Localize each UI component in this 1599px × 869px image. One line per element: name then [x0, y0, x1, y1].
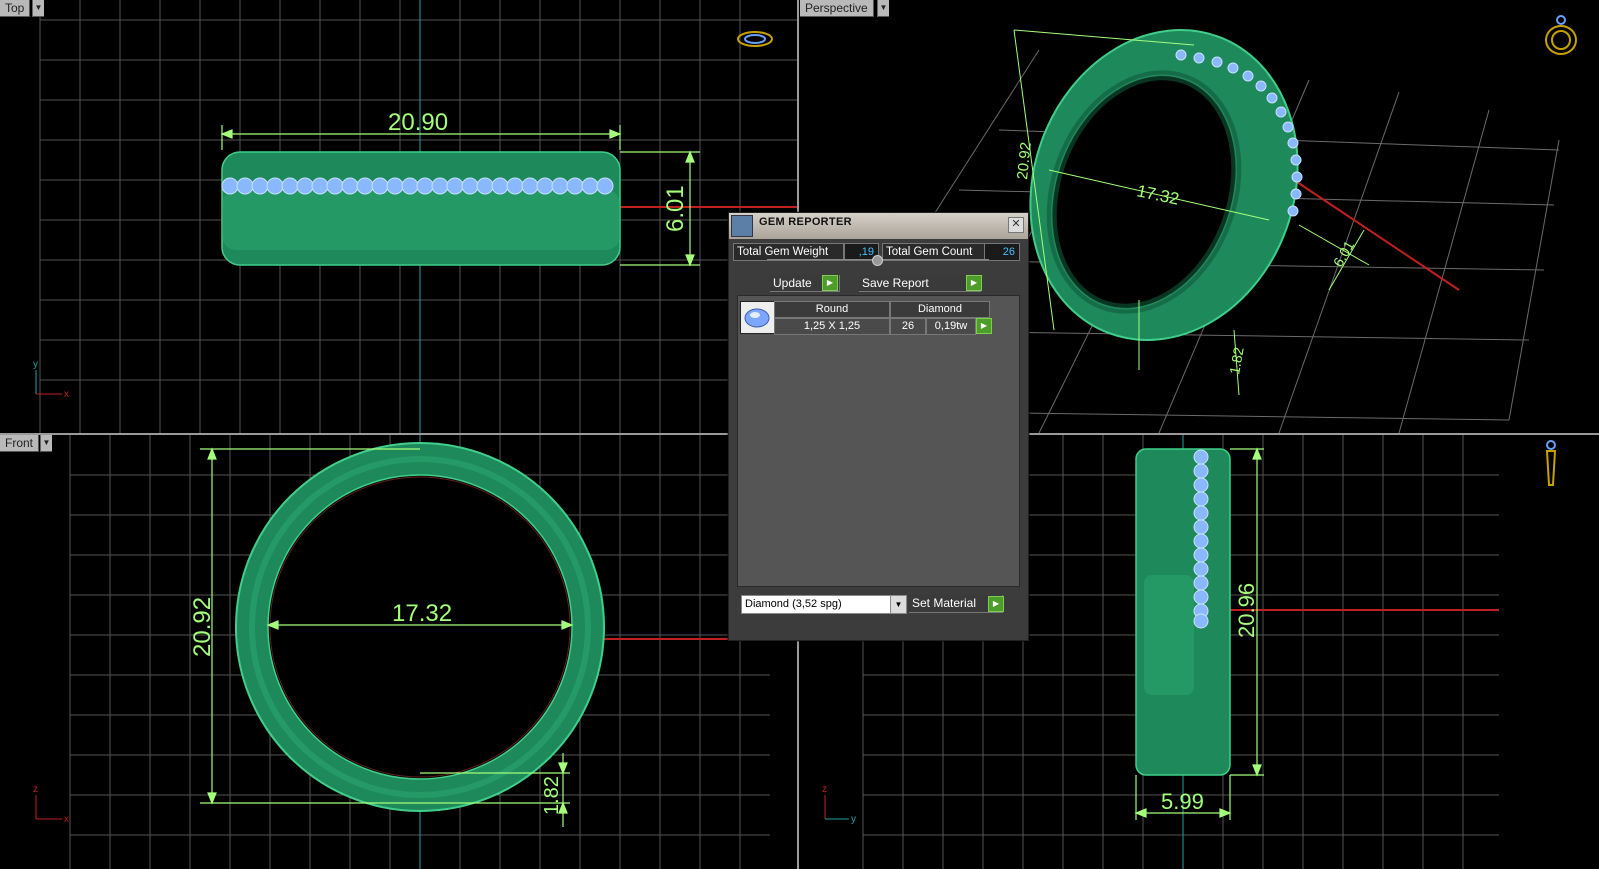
total-gem-count-value: 26	[984, 243, 1020, 261]
gem-row-count[interactable]: 26	[890, 318, 926, 335]
dim-persp-thickness: 1.82	[1226, 346, 1247, 376]
axis-side-a: z	[822, 784, 827, 795]
gem-reporter-title: GEM REPORTER	[759, 216, 852, 228]
viewport-front-dropdown[interactable]: ▼	[40, 435, 52, 452]
viewport-front[interactable]: Front ▼ 20.92 17.32 1.82 z x	[0, 435, 797, 869]
dim-top-width: 20.90	[388, 109, 448, 136]
column-header-material: Diamond	[890, 301, 990, 318]
viewport-perspective-dropdown[interactable]: ▼	[877, 0, 889, 17]
ring-icon-side	[1545, 440, 1557, 486]
round-diamond-icon	[740, 301, 775, 334]
update-button-label: Update	[773, 276, 812, 290]
dim-side-height: 20.96	[1234, 583, 1259, 638]
top-view-canvas: 20.90 6.01 y x	[33, 0, 797, 433]
material-select[interactable]: Diamond (3,52 spg) ▼	[741, 595, 907, 614]
save-report-button[interactable]: Save Report	[859, 275, 981, 292]
close-icon[interactable]: ✕	[1008, 217, 1024, 233]
viewport-top-dropdown[interactable]: ▼	[32, 0, 44, 17]
viewport-top[interactable]: Top ▼ 20.90 6.01 y x	[0, 0, 797, 433]
dim-side-width: 5.99	[1161, 789, 1204, 814]
collapse-grip-icon[interactable]	[872, 255, 883, 266]
gem-reporter-titlebar[interactable]: GEM REPORTER ✕	[729, 213, 1028, 239]
material-select-value: Diamond (3,52 spg)	[745, 598, 842, 610]
axis-front-a: z	[33, 784, 38, 795]
axis-top-a: y	[33, 359, 38, 370]
viewport-perspective-label[interactable]: Perspective	[800, 0, 874, 17]
dim-top-height: 6.01	[662, 185, 689, 232]
viewport-top-label[interactable]: Top	[0, 0, 31, 17]
gem-list[interactable]: Round Diamond 1,25 X 1,25 26 0,19tw ▶	[737, 295, 1020, 587]
ring-icon-perspective	[1545, 15, 1577, 55]
gem-reporter-app-icon	[731, 215, 753, 237]
column-header-shape: Round	[774, 301, 890, 318]
update-play-icon[interactable]: ▶	[822, 275, 838, 291]
gem-row-play-icon[interactable]: ▶	[976, 318, 992, 334]
dim-front-thickness: 1.82	[541, 776, 563, 815]
axis-top-b: x	[64, 389, 69, 400]
axis-front-b: x	[64, 814, 69, 825]
dim-front-outer: 20.92	[189, 597, 216, 657]
axis-side-b: y	[851, 814, 856, 825]
front-view-canvas: 20.92 17.32 1.82 z x	[33, 435, 770, 869]
gem-reporter-panel: GEM REPORTER ✕ Total Gem Weight ,19 Tota…	[728, 212, 1029, 641]
dim-persp-outer: 20.92	[1014, 141, 1035, 180]
dim-front-inner: 17.32	[392, 600, 452, 627]
gem-row-weight[interactable]: 0,19tw	[926, 318, 976, 335]
set-material-button-label: Set Material	[912, 596, 977, 610]
dim-persp-width: 6.01	[1330, 238, 1358, 270]
viewport-front-label[interactable]: Front	[0, 435, 40, 452]
set-material-play-icon[interactable]: ▶	[988, 596, 1004, 612]
gem-row-size[interactable]: 1,25 X 1,25	[774, 318, 890, 335]
save-report-play-icon[interactable]: ▶	[966, 275, 982, 291]
save-report-button-label: Save Report	[862, 276, 929, 290]
ring-icon-top	[737, 31, 773, 47]
chevron-down-icon[interactable]: ▼	[890, 596, 906, 613]
